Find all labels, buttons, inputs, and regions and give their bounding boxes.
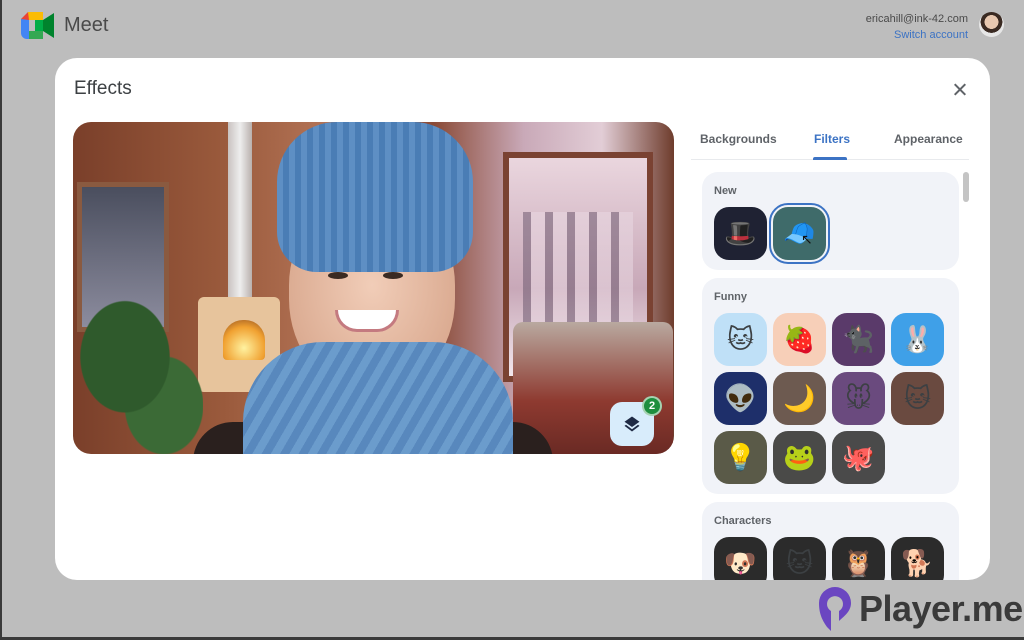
flying-cat-icon: 🐱 (726, 324, 755, 354)
person-eye (383, 272, 403, 279)
tab-filters[interactable]: Filters (814, 132, 850, 146)
filter-fedora-hat[interactable]: 🎩 (714, 207, 767, 260)
orange-cat-icon: 🐱 (903, 383, 932, 413)
player-me-logo-icon (819, 587, 851, 631)
filter-grid: 🎩 🧢 ↖ (714, 203, 947, 264)
section-title: Characters (714, 515, 772, 527)
tab-backgrounds[interactable]: Backgrounds (700, 132, 777, 146)
panel-scrollbar[interactable] (963, 172, 969, 202)
lightbulb-icon: 💡 (724, 442, 757, 472)
filter-flying-cat[interactable]: 🐱 (714, 313, 767, 366)
effects-dialog: Effects 2 Backgrounds Filters Appearance… (55, 58, 990, 580)
owl-icon: 🦉 (842, 548, 875, 578)
filter-grid: 🐶 🐱 🦉 🐕 (714, 537, 947, 580)
fedora-hat-icon: 🎩 (724, 218, 757, 248)
person-eye (328, 272, 348, 279)
filter-purple-mouse[interactable]: 🐭 (832, 372, 885, 425)
filter-alien-jar[interactable]: 👽 (714, 372, 767, 425)
app-title: Meet (64, 14, 109, 36)
octopus-icon: 🐙 (842, 442, 875, 472)
background-plant (73, 292, 203, 454)
filter-black-cat[interactable]: 🐈‍⬛ (832, 313, 885, 366)
filter-frog[interactable]: 🐸 (773, 431, 826, 484)
filter-strawberry[interactable]: 🍓 (773, 313, 826, 366)
avatar[interactable] (979, 12, 1004, 37)
filter-sleeping-moon[interactable]: 🌙 (773, 372, 826, 425)
effects-tabs: Backgrounds Filters Appearance (691, 122, 969, 160)
purple-mouse-icon: 🐭 (844, 383, 873, 413)
camera-preview: 2 (73, 122, 674, 454)
filter-section-funny: Funny 🐱 🍓 🐈‍⬛ 🐰 👽 🌙 🐭 🐱 💡 🐸 🐙 (702, 278, 959, 494)
scarf-filter-overlay (243, 342, 513, 454)
section-title: Funny (714, 291, 747, 303)
close-icon[interactable] (950, 80, 970, 100)
applied-effects-count-badge: 2 (642, 396, 662, 416)
switch-account-link[interactable]: Switch account (866, 27, 968, 43)
account-email: ericahill@ink-42.com (865, 13, 968, 25)
filter-lightbulb[interactable]: 💡 (714, 431, 767, 484)
google-meet-logo-icon (21, 12, 54, 39)
filter-orange-cat-character[interactable]: 🐱 (773, 537, 826, 580)
alien-jar-icon: 👽 (724, 383, 757, 413)
background-stove-pipe (228, 122, 252, 297)
filter-white-dog[interactable]: 🐶 (714, 537, 767, 580)
white-dog-icon: 🐶 (724, 548, 757, 578)
tab-appearance[interactable]: Appearance (894, 132, 963, 146)
window-edge (0, 0, 2, 640)
sleeping-moon-icon: 🌙 (783, 383, 816, 413)
section-title: New (714, 185, 737, 197)
watermark-text: Player.me (859, 588, 1023, 629)
filter-octopus[interactable]: 🐙 (832, 431, 885, 484)
mouse-cursor-icon: ↖ (801, 231, 813, 247)
filter-owl[interactable]: 🦉 (832, 537, 885, 580)
top-bar: Meet ericahill@ink-42.com Switch account (0, 0, 1024, 52)
dialog-title: Effects (74, 78, 132, 99)
account-info: ericahill@ink-42.com Switch account (866, 11, 968, 43)
watermark: Player.me (817, 584, 1023, 634)
background-fire (223, 320, 265, 360)
layers-icon (624, 416, 640, 432)
filter-bunny[interactable]: 🐰 (891, 313, 944, 366)
filter-blue-beanie[interactable]: 🧢 ↖ (769, 203, 830, 264)
bunny-icon: 🐰 (901, 324, 934, 354)
strawberry-icon: 🍓 (783, 324, 816, 354)
orange-cat-character-icon: 🐱 (785, 548, 814, 578)
frog-icon: 🐸 (783, 442, 816, 472)
filter-puppy[interactable]: 🐕 (891, 537, 944, 580)
puppy-icon: 🐕 (901, 548, 934, 578)
beanie-filter-overlay (277, 122, 473, 272)
filters-panel: New 🎩 🧢 ↖ Funny 🐱 🍓 🐈‍⬛ 🐰 👽 🌙 🐭 🐱 💡 🐸 🐙 Characters 🐶 🐱 🦉 🐕 (702, 172, 959, 580)
filter-orange-cat[interactable]: 🐱 (891, 372, 944, 425)
active-tab-indicator (813, 157, 847, 160)
filter-grid: 🐱 🍓 🐈‍⬛ 🐰 👽 🌙 🐭 🐱 💡 🐸 🐙 (714, 313, 947, 484)
black-cat-icon: 🐈‍⬛ (842, 324, 875, 354)
filter-section-new: New 🎩 🧢 ↖ (702, 172, 959, 270)
filter-section-characters: Characters 🐶 🐱 🦉 🐕 (702, 502, 959, 580)
